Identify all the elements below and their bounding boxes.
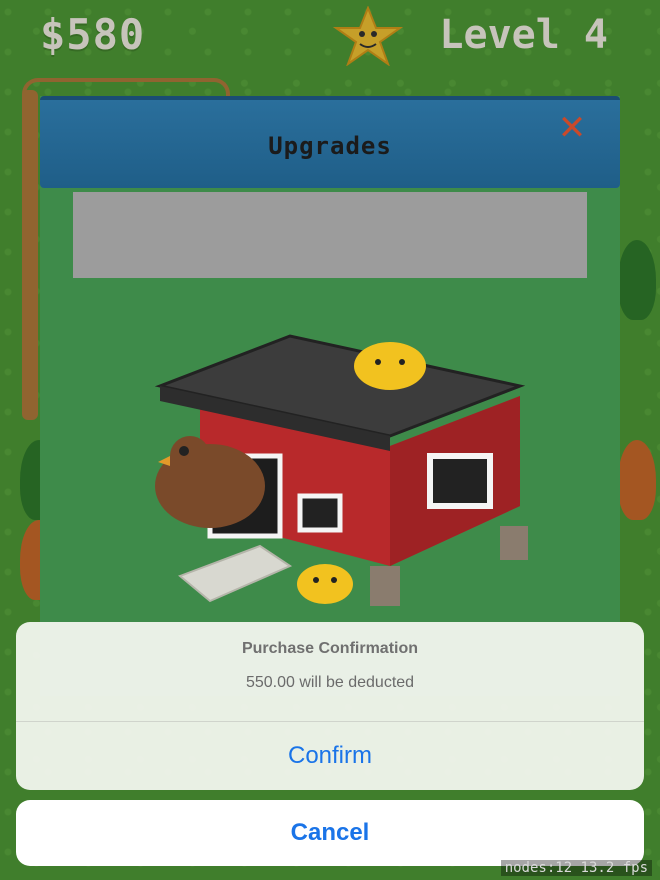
chicken-coop-icon[interactable] [140,326,530,616]
debug-stats: nodes:12 13.2 fps [500,860,652,876]
sheet-title: Purchase Confirmation [241,640,419,657]
upgrade-banner-placeholder [73,192,587,278]
cancel-button[interactable]: Cancel [16,800,644,866]
close-icon[interactable]: ✕ [554,110,590,146]
panel-title: Upgrades [268,132,392,160]
panel-header: Upgrades ✕ [40,96,620,188]
purchase-confirmation-sheet: Purchase Confirmation 550.00 will be ded… [16,622,644,790]
sheet-message: 550.00 will be deducted [245,674,415,691]
upgrades-panel: Upgrades ✕ [40,96,620,696]
confirm-button[interactable]: Confirm [16,722,644,790]
